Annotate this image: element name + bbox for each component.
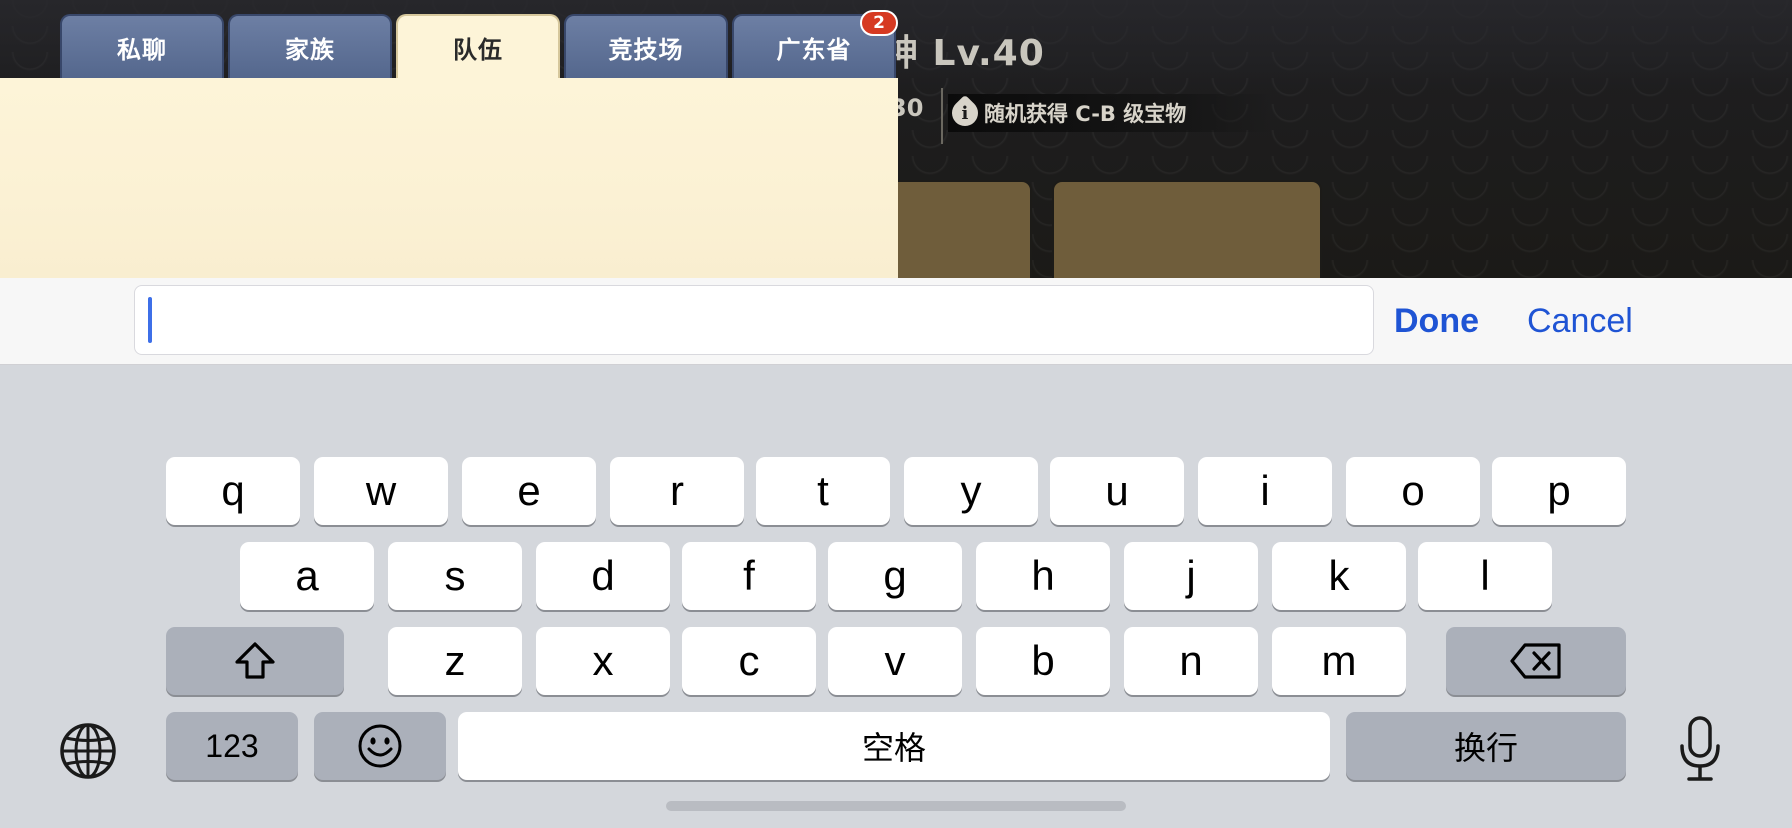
key-t[interactable]: t <box>756 457 890 525</box>
globe-icon <box>60 723 116 779</box>
game-divider <box>941 88 943 144</box>
key-k[interactable]: k <box>1272 542 1406 610</box>
key-f[interactable]: f <box>682 542 816 610</box>
shift-icon <box>235 642 275 679</box>
emoji-key[interactable] <box>314 712 446 780</box>
key-v[interactable]: v <box>828 627 962 695</box>
reward-info-text: 随机获得 C-B 级宝物 <box>984 102 1187 126</box>
tab-private-chat[interactable]: 私聊 <box>60 14 224 78</box>
game-reward-info[interactable]: i 随机获得 C-B 级宝物 <box>946 94 1272 132</box>
key-r[interactable]: r <box>610 457 744 525</box>
chat-tab-bar: 私聊 家族 队伍 竞技场 广东省 2 <box>0 0 900 78</box>
key-n[interactable]: n <box>1124 627 1258 695</box>
key-p[interactable]: p <box>1492 457 1626 525</box>
key-d[interactable]: d <box>536 542 670 610</box>
cancel-button[interactable]: Cancel <box>1527 302 1633 341</box>
space-key[interactable]: 空格 <box>458 712 1330 780</box>
game-level-title: 神 Lv.40 <box>882 33 1045 74</box>
key-s[interactable]: s <box>388 542 522 610</box>
home-indicator <box>666 801 1126 811</box>
chat-message-panel <box>0 78 898 278</box>
chat-text-input[interactable] <box>134 285 1374 355</box>
shift-key[interactable] <box>166 627 344 695</box>
key-g[interactable]: g <box>828 542 962 610</box>
text-caret <box>148 297 152 343</box>
key-l[interactable]: l <box>1418 542 1552 610</box>
dictation-key[interactable] <box>1672 711 1728 787</box>
key-h[interactable]: h <box>976 542 1110 610</box>
tab-family[interactable]: 家族 <box>228 14 392 78</box>
microphone-icon <box>1680 716 1720 781</box>
info-icon: i <box>946 94 984 132</box>
key-b[interactable]: b <box>976 627 1110 695</box>
key-j[interactable]: j <box>1124 542 1258 610</box>
tab-team[interactable]: 队伍 <box>396 14 560 78</box>
key-x[interactable]: x <box>536 627 670 695</box>
tab-arena[interactable]: 竞技场 <box>564 14 728 78</box>
globe-key[interactable] <box>56 719 120 783</box>
unread-badge: 2 <box>860 10 898 36</box>
screen: 神 Lv.40 30 i 随机获得 C-B 级宝物 私聊 家族 队伍 竞技场 广… <box>0 0 1792 828</box>
emoji-icon <box>358 724 402 768</box>
return-key[interactable]: 换行 <box>1346 712 1626 780</box>
numbers-key[interactable]: 123 <box>166 712 298 780</box>
key-q[interactable]: q <box>166 457 300 525</box>
key-z[interactable]: z <box>388 627 522 695</box>
key-e[interactable]: e <box>462 457 596 525</box>
input-accessory-bar: Done Cancel <box>0 278 1792 365</box>
key-w[interactable]: w <box>314 457 448 525</box>
delete-key[interactable] <box>1446 627 1626 695</box>
key-u[interactable]: u <box>1050 457 1184 525</box>
key-i[interactable]: i <box>1198 457 1332 525</box>
delete-icon <box>1510 643 1561 679</box>
done-button[interactable]: Done <box>1394 302 1479 341</box>
key-y[interactable]: y <box>904 457 1038 525</box>
key-c[interactable]: c <box>682 627 816 695</box>
keyboard: q w e r t y u i o p a s d f g h j k l z … <box>0 365 1792 828</box>
key-m[interactable]: m <box>1272 627 1406 695</box>
key-a[interactable]: a <box>240 542 374 610</box>
key-o[interactable]: o <box>1346 457 1480 525</box>
